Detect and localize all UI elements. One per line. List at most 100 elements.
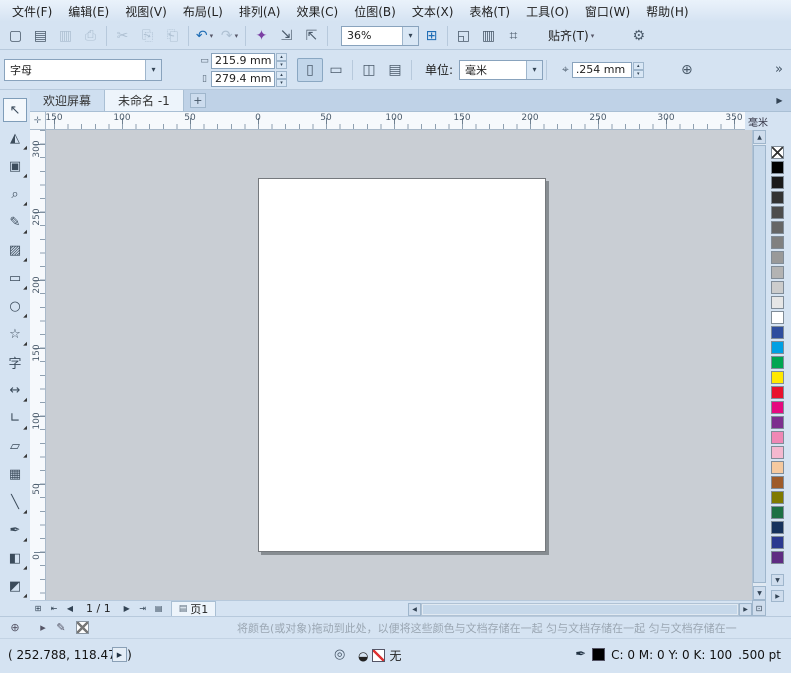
chevron-down-icon[interactable]: ▾ (402, 26, 418, 45)
color-swatch[interactable] (771, 161, 784, 174)
color-swatch[interactable] (771, 191, 784, 204)
page-tab[interactable]: ▤ 页1 (170, 601, 217, 616)
connector-tool[interactable]: ∟ ◢ (3, 406, 27, 431)
page-height-input[interactable]: 279.4 mm (211, 70, 275, 87)
document-tab-1[interactable]: 欢迎屏幕 (30, 90, 106, 111)
horizontal-scrollbar[interactable]: ◀ ▶ (408, 602, 752, 616)
fullscreen-preview-button[interactable]: ◱ (451, 24, 476, 47)
chevron-down-icon[interactable]: ▾ (145, 59, 161, 80)
canvas-area[interactable] (46, 130, 752, 600)
rectangle-tool[interactable]: ▭ ◢ (3, 266, 27, 291)
color-swatch[interactable] (771, 326, 784, 339)
export-button[interactable]: ⇱ (299, 24, 324, 47)
palette-flyout-button[interactable]: ▶ (771, 590, 784, 602)
show-rulers-button[interactable]: ▥ (476, 24, 501, 47)
menu-item-12[interactable]: 帮助(H) (638, 1, 696, 22)
color-swatch[interactable] (771, 176, 784, 189)
color-swatch[interactable] (771, 431, 784, 444)
drawing-page[interactable] (258, 178, 546, 552)
smart-fill-tool[interactable]: ▨ ◢ (3, 238, 27, 263)
scroll-left-button[interactable]: ◀ (408, 602, 421, 616)
propbar-overflow-button[interactable]: » (775, 62, 783, 77)
horizontal-scrollbar-track[interactable] (421, 602, 739, 616)
color-swatch[interactable] (771, 416, 784, 429)
tab-scroll-right-button[interactable]: ▶ (772, 93, 787, 108)
color-swatch[interactable] (771, 266, 784, 279)
pick-tool[interactable]: ↖ (3, 98, 27, 122)
parallel-dimension-tool[interactable]: ↔ ◢ (3, 378, 27, 403)
document-tab-2[interactable]: 未命名 -1 (105, 90, 184, 111)
page-menu-button[interactable]: ▤ (151, 602, 167, 616)
color-eyedropper-tool[interactable]: ╲ ◢ (3, 490, 27, 515)
vertical-scrollbar[interactable]: ▲ ▼ (752, 130, 766, 600)
eyedropper-icon[interactable]: ✎ (52, 620, 70, 636)
no-color-swatch[interactable] (771, 146, 784, 159)
scroll-up-button[interactable]: ▲ (753, 130, 766, 144)
freehand-tool[interactable]: ✎ ◢ (3, 210, 27, 235)
options-button[interactable]: ⚙ (626, 24, 651, 47)
color-swatch[interactable] (771, 356, 784, 369)
document-navigator-button[interactable]: ⊡ (752, 600, 766, 616)
corel-connect-button[interactable]: ✦ (249, 24, 274, 47)
color-swatch[interactable] (771, 506, 784, 519)
page-height-spinner[interactable]: ▴ ▾ (276, 70, 287, 87)
previous-page-button[interactable]: ◀ (62, 602, 78, 616)
spin-down-icon[interactable]: ▾ (632, 69, 644, 78)
menu-item-9[interactable]: 表格(T) (461, 1, 518, 22)
scroll-down-button[interactable]: ▼ (753, 586, 766, 600)
portrait-button[interactable]: ▯ (297, 57, 323, 82)
color-swatch[interactable] (771, 476, 784, 489)
color-swatch[interactable] (771, 401, 784, 414)
menu-item-5[interactable]: 排列(A) (231, 1, 289, 22)
color-swatch[interactable] (771, 386, 784, 399)
color-swatch[interactable] (771, 536, 784, 549)
page-width-spinner[interactable]: ▴ ▾ (276, 52, 287, 69)
view-navigator-button[interactable]: ⌗ (501, 24, 526, 47)
spin-up-icon[interactable]: ▴ (276, 70, 287, 79)
spin-down-icon[interactable]: ▾ (276, 78, 287, 87)
color-swatch[interactable] (771, 371, 784, 384)
nudge-offset-input[interactable]: .254 mm (571, 61, 632, 78)
color-swatch[interactable] (771, 491, 784, 504)
color-swatch[interactable] (771, 551, 784, 564)
current-page-size-button[interactable]: ▤ (382, 58, 408, 82)
color-swatch[interactable] (771, 281, 784, 294)
color-swatch[interactable] (771, 236, 784, 249)
text-tool[interactable]: 字 (3, 350, 27, 374)
transparency-tool[interactable]: ▦ (3, 462, 27, 486)
document-palette-options-button[interactable]: ⊕ (6, 620, 24, 636)
page-width-input[interactable]: 215.9 mm (211, 52, 275, 69)
palette-scroll-down-button[interactable]: ▼ (771, 574, 784, 586)
color-swatch[interactable] (771, 206, 784, 219)
units-select[interactable]: 毫米 ▾ (459, 59, 544, 80)
document-palette-expand-button[interactable]: ▸ (34, 620, 52, 636)
color-swatch[interactable] (771, 296, 784, 309)
new-document-tab-button[interactable]: + (189, 93, 206, 108)
ruler-origin[interactable]: ✛ (30, 112, 46, 130)
snap-to-dropdown[interactable]: 贴齐(T) ▾ (542, 25, 600, 46)
landscape-button[interactable]: ▭ (323, 58, 349, 82)
first-page-button[interactable]: ⇤ (46, 602, 62, 616)
open-file-button[interactable]: ▤ (28, 24, 53, 47)
spin-down-icon[interactable]: ▾ (276, 60, 287, 69)
add-page-button[interactable]: ⊞ (30, 602, 46, 616)
undo-button[interactable]: ↶ ▾ (192, 24, 217, 47)
menu-item-6[interactable]: 效果(C) (288, 1, 346, 22)
document-palette-empty-swatch[interactable] (76, 621, 89, 634)
zoom-tool[interactable]: ⌕ ◢ (3, 182, 27, 207)
vertical-ruler[interactable]: 300 250 200 150 100 50 0 (30, 130, 46, 600)
color-swatch[interactable] (771, 341, 784, 354)
spin-up-icon[interactable]: ▴ (276, 52, 287, 61)
color-swatch[interactable] (771, 251, 784, 264)
chevron-down-icon[interactable]: ▾ (526, 60, 543, 79)
zoom-level-select[interactable]: 36% ▾ (341, 25, 419, 46)
horizontal-scrollbar-thumb[interactable] (423, 604, 737, 614)
duplicate-distance-button[interactable]: ⊕ (674, 58, 700, 82)
menu-item-3[interactable]: 视图(V) (117, 1, 175, 22)
next-page-button[interactable]: ▶ (119, 602, 135, 616)
horizontal-ruler[interactable]: 150 100 50 0 50 100 150 200 250 300 350 (45, 112, 745, 130)
color-swatch[interactable] (771, 446, 784, 459)
interactive-fill-tool[interactable]: ◩ ◢ (3, 574, 27, 599)
fill-tool[interactable]: ◧ ◢ (3, 546, 27, 571)
new-document-button[interactable]: ▢ (3, 24, 28, 47)
